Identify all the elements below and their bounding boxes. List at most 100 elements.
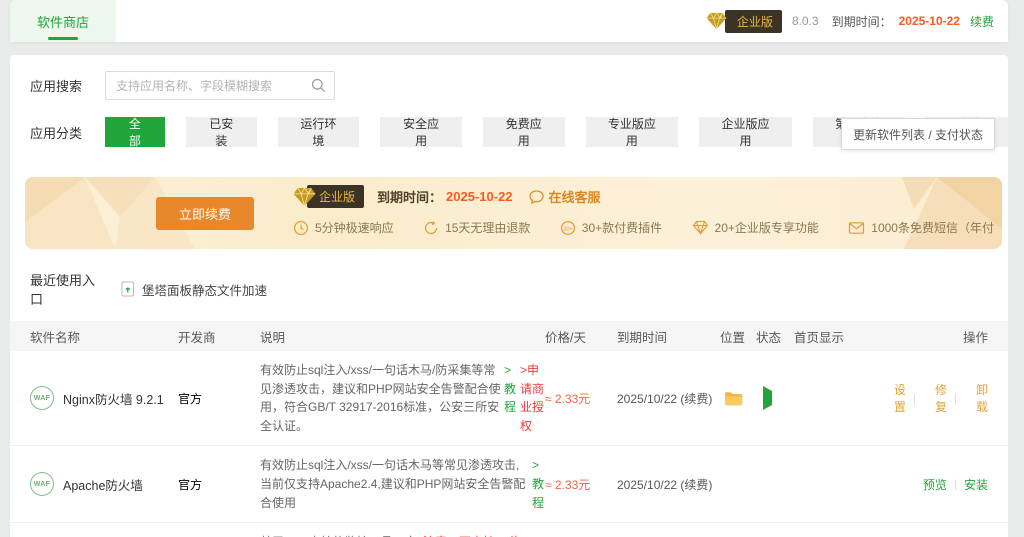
banner-features: 5分钟极速响应 15天无理由退款 30+ 30+款付费插件 20+企业版专享功能 1000… [293,219,994,236]
actions-cell: 设置 | 修复 | 卸载 [882,381,1008,415]
table-header: 软件名称开发商说明价格/天到期时间位置状态首页显示操作 [10,321,1008,351]
category-button[interactable]: 免费应用 [483,117,565,147]
category-button[interactable]: 运行环境 [278,117,360,147]
tab-label: 软件商店 [37,12,89,31]
tutorial-link[interactable]: >教程 [532,456,545,512]
update-software-list-button[interactable]: 更新软件列表 / 支付状态 [841,118,995,150]
expire-cell: 2025/10/22 (续费) [617,390,720,407]
table-row: WAF Apache防火墙 官方有效防止sql注入/xss/一句话木马等常见渗透攻击… [10,446,1008,523]
search-box [105,71,335,100]
software-store-panel: 应用搜索 应用分类 全部已安装运行环境安全应用免费应用专业版应用企业版应用第三方… [10,55,1008,537]
column-header: 位置 [720,327,756,346]
expire-label: 到期时间： [832,13,892,30]
waf-shield-icon: WAF [30,472,54,496]
expire-date: 2025-10-22 [899,14,960,28]
online-service-label: 在线客服 [549,187,601,206]
app-name-cell: WAF Apache防火墙 [10,472,178,496]
active-tab-indicator [48,37,78,40]
banner-expire-date: 2025-10-22 [446,189,513,204]
banner-feature-label: 30+款付费插件 [582,219,662,236]
banner-feature-label: 1000条免费短信（年付 [871,219,994,236]
action-1-link[interactable]: 预览 [923,476,947,493]
tutorial-link[interactable]: >教程 [532,533,545,537]
waf-shield-icon: WAF [30,386,54,410]
category-button[interactable]: 已安装 [186,117,257,147]
refund-icon [423,220,439,236]
running-status-icon[interactable] [763,386,772,410]
banner-license-line: 企业版 到期时间： 2025-10-22 在线客服 [293,185,994,208]
action-separator: | [954,477,957,491]
banner-feature: 1000条免费短信（年付 [848,219,994,236]
price-cell: ≈ 2.33元 [545,476,617,493]
actions-cell: 预览 | 安装 [882,476,1008,493]
recent-label: 最近使用入口 [30,270,96,308]
license-info: 企业版 8.0.3 到期时间： 2025-10-22 续费 [706,10,1008,33]
category-label: 应用分类 [30,123,96,142]
folder-icon[interactable] [724,391,756,406]
banner-feature: 20+企业版专享功能 [692,219,819,236]
online-service-link[interactable]: 在线客服 [529,187,601,206]
banner-feature-label: 15天无理由退款 [445,219,530,236]
action-separator: | [913,391,916,405]
recent-app-link[interactable]: 堡塔面板静态文件加速 [121,280,267,299]
description-cell: 有效防止sql注入/xss/一句话木马/防采集等常见渗透攻击，建议和PHP网站安… [260,361,545,435]
description-text: 有效防止sql注入/xss/一句话木马/防采集等常见渗透攻击，建议和PHP网站安… [260,361,501,435]
category-button[interactable]: 企业版应用 [699,117,792,147]
action-2-link[interactable]: 修复 [923,381,947,415]
diamond-outline-icon [692,220,709,235]
column-header: 状态 [756,327,794,346]
description-text: 有效防止sql注入/xss/一句话木马等常见渗透攻击,当前仅支持Apache2.… [260,456,529,512]
tab-software-store[interactable]: 软件商店 [10,0,116,42]
recent-used-row: 最近使用入口 堡塔面板静态文件加速 [30,270,1008,308]
description-cell: 基于PHP内核的监控工具，实时监控网站木马、漏洞等其他入侵行为，发现木马支持自动… [260,533,545,537]
action-3-link[interactable]: 卸载 [964,381,988,415]
banner-feature-label: 20+企业版专享功能 [715,219,819,236]
tutorial-link[interactable]: >教程 [504,361,517,417]
mail-icon [848,221,865,235]
developer-cell: 官方 [178,390,260,407]
diamond-icon [293,187,316,207]
action-2-link[interactable]: 安装 [964,476,988,493]
banner-feature-label: 5分钟极速响应 [315,219,394,236]
column-header: 价格/天 [545,327,617,346]
renew-link[interactable]: 续费 [970,13,994,30]
app-search-row: 应用搜索 [30,71,1008,100]
banner-content: 企业版 到期时间： 2025-10-22 在线客服 5分钟极速响应 15天无理由退… [293,185,994,236]
table-body: WAFNginx防火墙 9.2.1官方有效防止sql注入/xss/一句话木马/防… [10,351,1008,537]
recent-app-label: 堡塔面板静态文件加速 [142,280,267,299]
svg-text:30+: 30+ [563,226,572,232]
table-row: phpPHP网站安全告警官方基于PHP内核的监控工具，实时监控网站木马、漏洞等其… [10,523,1008,537]
enterprise-banner: 立即续费 企业版 到期时间： 2025-10-22 在线客服 5分钟极速响应 15… [25,177,1002,249]
file-accelerate-icon [121,281,135,297]
banner-expire-label: 到期时间： [377,187,442,206]
table-row: WAF Nginx防火墙 9.2.1 官方有效防止sql注入/xss/一句话木马/防… [10,351,1008,446]
category-button[interactable]: 专业版应用 [586,117,679,147]
apply-license-link[interactable]: >申请商业授权 [520,361,545,435]
renew-now-button[interactable]: 立即续费 [156,197,254,230]
column-header: 说明 [260,327,545,346]
category-button[interactable]: 全部 [105,117,165,147]
top-tab-bar: 软件商店 企业版 8.0.3 到期时间： 2025-10-22 续费 [10,0,1008,42]
expire-cell: 2025/10/22 (续费) [617,476,720,493]
developer-cell: 官方 [178,476,260,493]
banner-feature: 5分钟极速响应 [293,219,394,236]
app-name: Apache防火墙 [63,475,143,494]
category-button[interactable]: 安全应用 [380,117,462,147]
action-separator: | [954,391,957,405]
position-cell [720,391,756,406]
chat-icon [529,190,544,204]
column-header: 开发商 [178,327,260,346]
column-header: 操作 [882,327,1008,346]
action-1-link[interactable]: 设置 [882,381,906,415]
column-header: 软件名称 [10,327,178,346]
banner-feature: 15天无理由退款 [423,219,530,236]
panel-version: 8.0.3 [792,14,819,28]
search-label: 应用搜索 [30,76,96,95]
search-input[interactable] [105,71,335,100]
enterprise-badge: 企业版 [725,10,782,33]
search-icon[interactable] [311,78,326,93]
column-header: 到期时间 [617,327,720,346]
clock-icon [293,220,309,236]
warning-note: 注意：不支持32位系统和arm平台和PHP5.2 [423,533,529,537]
app-name: Nginx防火墙 9.2.1 [63,389,164,408]
